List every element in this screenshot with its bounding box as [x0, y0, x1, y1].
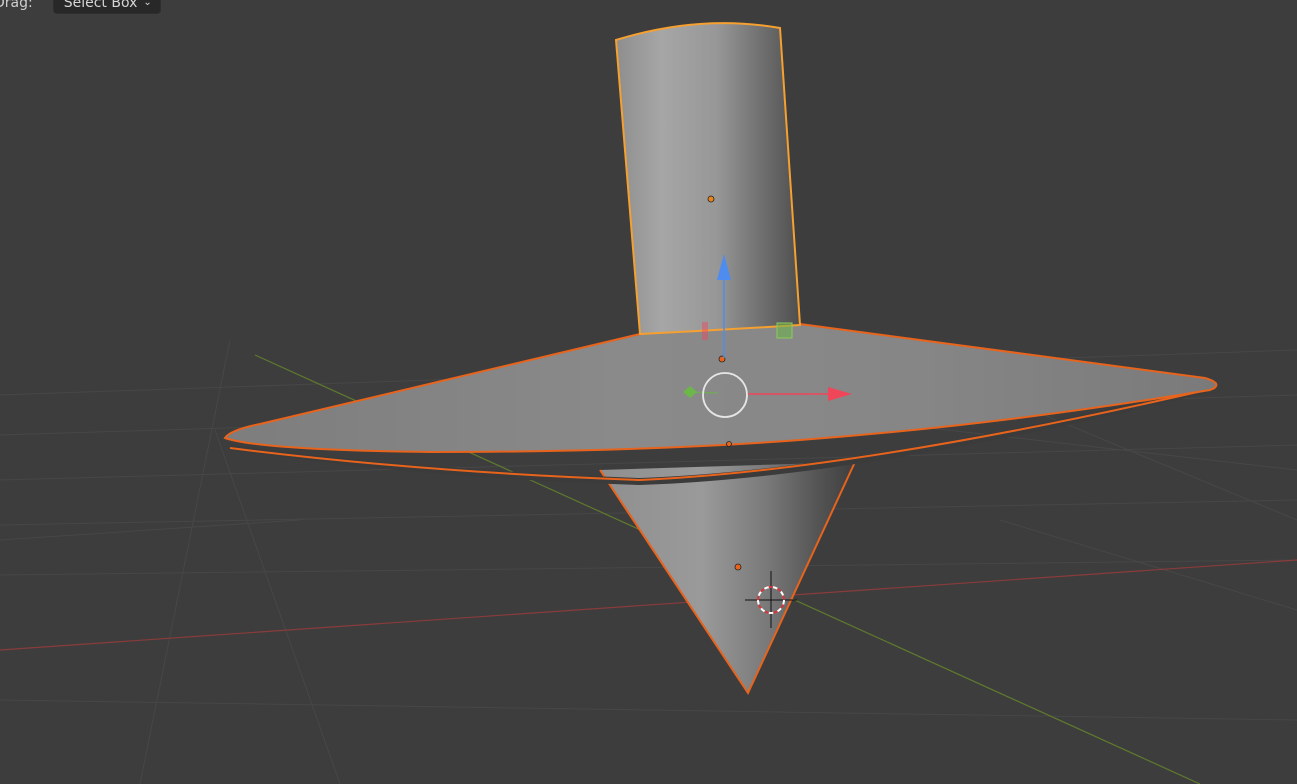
drag-mode-dropdown[interactable]: Select Box ⌄: [52, 0, 161, 14]
cone-mesh[interactable]: [599, 461, 856, 696]
cylinder-mesh[interactable]: [614, 22, 802, 336]
disc-mesh[interactable]: [223, 322, 1218, 454]
gizmo-xz-plane[interactable]: [776, 322, 793, 339]
x-axis-line: [0, 559, 1297, 651]
cylinder-origin-dot[interactable]: [707, 195, 715, 203]
cone-origin-dot[interactable]: [734, 563, 742, 571]
disc-lower-origin-dot[interactable]: [726, 441, 732, 447]
chevron-down-icon: ⌄: [143, 0, 152, 8]
gizmo-yz-plane[interactable]: [702, 322, 708, 340]
viewport-scene[interactable]: [0, 0, 1297, 784]
drag-label: Drag:: [0, 0, 33, 11]
drag-mode-value: Select Box: [63, 0, 138, 11]
3d-viewport[interactable]: Drag: Select Box ⌄: [0, 0, 1297, 784]
viewport-tool-header: Drag: Select Box ⌄: [0, 0, 161, 14]
